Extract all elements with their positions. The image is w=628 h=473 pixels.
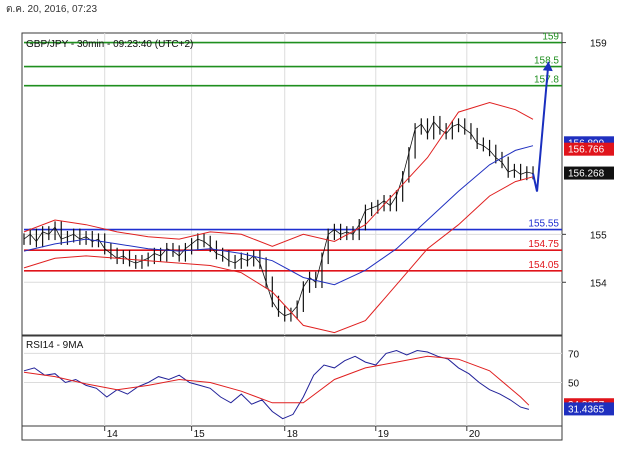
x-tick-label: 14	[107, 429, 119, 440]
price-tags: 156.899156.766156.26834.305731.4365	[564, 136, 614, 416]
y-tick-label: 155	[590, 230, 607, 241]
rsi-tag-label: 31.4365	[568, 404, 605, 415]
x-tick-label: 20	[469, 429, 481, 440]
main-panel-frame	[21, 32, 563, 336]
price-tag-label: 156.268	[568, 169, 605, 180]
x-tick-label: 15	[194, 429, 206, 440]
main-chart-title: GBP/JPY - 30min - 09:23:40 (UTC+2)	[26, 39, 193, 50]
chart-canvas: 159158.5157.8155.55154.75154.05 15415515…	[21, 32, 614, 441]
y-tick-label: 154	[590, 278, 607, 289]
x-tick-label: 19	[378, 429, 390, 440]
price-tag-label: 156.766	[568, 145, 605, 156]
x-tick-label: 18	[287, 429, 299, 440]
level-label: 159	[542, 32, 559, 43]
y-axis-ticks: 154 155 159 50 70	[562, 39, 607, 389]
level-label: 154.75	[528, 239, 559, 250]
rsi-y-tick-label: 50	[568, 378, 580, 389]
level-label: 154.05	[528, 260, 559, 271]
chart-window: ต.ค. 20, 2016, 07:23 159 158.5 157.8 155.55…	[0, 0, 628, 468]
rsi-chart-title: RSI14 - 9MA	[26, 340, 84, 351]
rsi-panel-frame	[21, 335, 563, 427]
level-label: 155.55	[528, 219, 559, 230]
y-tick-label: 159	[590, 39, 607, 50]
rsi-y-tick-label: 70	[568, 349, 580, 360]
date-label: ต.ค. 20, 2016, 07:23	[6, 4, 98, 15]
